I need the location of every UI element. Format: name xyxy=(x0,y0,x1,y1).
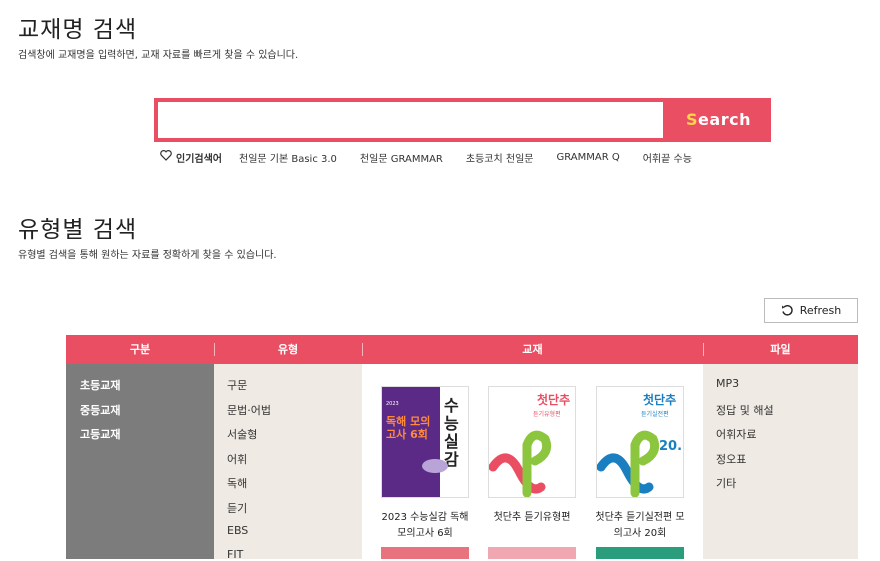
cover-art xyxy=(597,430,660,497)
type-item[interactable]: 문법·어법 xyxy=(227,402,271,418)
refresh-icon xyxy=(781,304,793,316)
book-cover-partial[interactable] xyxy=(488,547,576,559)
textbook-column: 2023 독해 모의고사 6회 수능실감 2023 수능실감 독해모의고사 6회… xyxy=(362,364,703,559)
book-cover[interactable]: 2023 독해 모의고사 6회 수능실감 xyxy=(381,386,469,498)
page-title-textbook-search: 교재명 검색 xyxy=(18,17,138,43)
page-title-type-search: 유형별 검색 xyxy=(18,217,138,243)
type-search-description: 유형별 검색을 통해 원하는 자료를 정확하게 찾을 수 있습니다. xyxy=(18,250,277,261)
header-category: 구분 xyxy=(129,343,151,356)
popular-keyword[interactable]: 초등코치 천일문 xyxy=(466,150,534,165)
type-column: 구문 문법·어법 서술형 어휘 독해 듣기 EBS FIT xyxy=(214,364,362,561)
cover-art xyxy=(489,430,552,497)
popular-keyword[interactable]: GRAMMAR Q xyxy=(556,152,619,163)
header-type: 유형 xyxy=(277,343,299,356)
type-item[interactable]: 어휘 xyxy=(227,451,247,467)
file-item[interactable]: 어휘자료 xyxy=(716,426,756,442)
book-cover-partial[interactable] xyxy=(381,547,469,559)
book-cover-partial[interactable] xyxy=(596,547,684,559)
cover-title: 첫단추 xyxy=(643,393,677,407)
type-item[interactable]: EBS xyxy=(227,524,248,537)
search-button[interactable]: Search xyxy=(666,98,771,142)
file-item[interactable]: 정답 및 해설 xyxy=(716,402,774,418)
category-item-high[interactable]: 고등교재 xyxy=(80,426,120,442)
book-title-line: 의고사 20회 xyxy=(613,528,667,539)
category-item-elementary[interactable]: 초등교재 xyxy=(80,377,120,393)
file-item[interactable]: 정오표 xyxy=(716,451,746,467)
file-item[interactable]: MP3 xyxy=(716,377,739,390)
popular-keyword[interactable]: 천일문 기본 Basic 3.0 xyxy=(239,150,337,165)
category-column: 초등교재 중등교재 고등교재 xyxy=(66,364,214,559)
book-title[interactable]: 첫단추 듣기실전편 모의고사 20회 xyxy=(582,510,698,542)
file-column: MP3 정답 및 해설 어휘자료 정오표 기타 xyxy=(703,364,858,559)
heart-icon xyxy=(160,150,172,164)
book-title-line: 첫단추 듣기실전편 모 xyxy=(595,512,685,523)
search-button-first-letter: S xyxy=(686,110,699,129)
search-button-label: earch xyxy=(698,110,751,129)
cover-subtitle: 듣기유형편 xyxy=(533,411,561,418)
table-header: 구분 유형 교재 파일 xyxy=(66,335,858,364)
popular-keyword[interactable]: 어휘끝 수능 xyxy=(643,150,692,165)
header-file: 파일 xyxy=(770,343,791,356)
cover-title: 첫단추 xyxy=(537,393,571,407)
type-item[interactable]: 서술형 xyxy=(227,426,257,442)
file-item[interactable]: 기타 xyxy=(716,475,736,491)
cover-subtitle: 듣기실전편 xyxy=(641,411,669,418)
type-item[interactable]: 독해 xyxy=(227,475,247,491)
book-title-line: 첫단추 듣기유형편 xyxy=(493,512,571,523)
popular-keywords-label: 인기검색어 xyxy=(176,153,222,165)
book-title[interactable]: 첫단추 듣기유형편 xyxy=(474,510,590,526)
cover-year: 2023 xyxy=(386,401,399,407)
cover-title: 수능실감 xyxy=(444,396,459,469)
refresh-button[interactable]: Refresh xyxy=(764,298,858,323)
type-item[interactable]: 듣기 xyxy=(227,500,247,516)
search-input[interactable] xyxy=(158,102,663,138)
book-cover[interactable]: 첫단추 듣기유형편 xyxy=(488,386,576,498)
book-title-line: 2023 수능실감 독해 xyxy=(381,512,469,523)
type-search-table: 구분 유형 교재 파일 초등교재 중등교재 고등교재 구문 문법·어법 서술형 … xyxy=(66,335,858,561)
type-item[interactable]: 구문 xyxy=(227,377,247,393)
header-textbook: 교재 xyxy=(522,343,543,356)
cover-subtitle: 독해 모의고사 6회 xyxy=(386,415,431,441)
book-cover[interactable]: 첫단추 듣기실전편 20. xyxy=(596,386,684,498)
popular-keywords: 인기검색어 천일문 기본 Basic 3.0 천일문 GRAMMAR 초등코치 … xyxy=(160,150,715,165)
type-item[interactable]: FIT xyxy=(227,548,243,561)
book-title-line: 모의고사 6회 xyxy=(397,528,453,539)
search-bar: Search xyxy=(154,98,771,142)
refresh-label: Refresh xyxy=(799,304,842,317)
category-item-middle[interactable]: 중등교재 xyxy=(80,402,120,418)
book-title[interactable]: 2023 수능실감 독해모의고사 6회 xyxy=(367,510,483,542)
textbook-search-description: 검색창에 교재명을 입력하면, 교재 자료를 빠르게 찾을 수 있습니다. xyxy=(18,50,299,61)
popular-keyword[interactable]: 천일문 GRAMMAR xyxy=(360,150,443,165)
